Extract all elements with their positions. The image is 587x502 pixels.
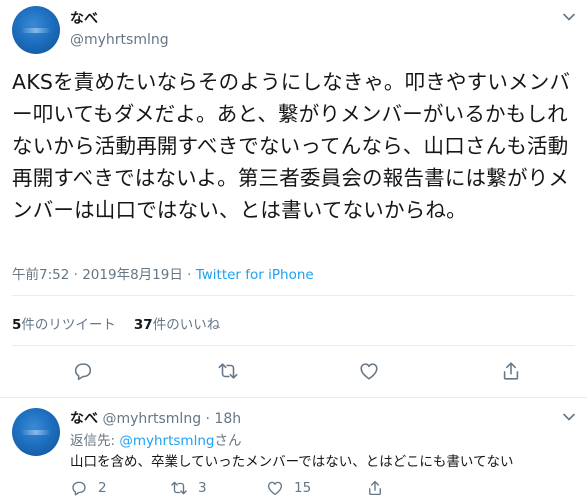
heart-icon <box>267 481 283 496</box>
retweet-icon <box>218 363 238 379</box>
reply-count: 2 <box>98 480 107 496</box>
likes-stat[interactable]: 37件のいいね <box>134 317 220 333</box>
reply-avatar[interactable] <box>12 408 60 456</box>
tweet-text: AKSを責めたいならそのようにしなきゃ。叩きやすいメンバー叩いてもダメだよ。あと… <box>12 70 571 222</box>
meta-separator-2: · <box>187 267 192 283</box>
reply-retweet-button[interactable]: 3 <box>170 478 207 498</box>
reply-to-suffix: さん <box>214 433 242 449</box>
reply-header: なべ @myhrtsmlng · 18h <box>70 408 241 428</box>
reply-author-handle[interactable]: @myhrtsmlng <box>102 411 201 427</box>
reply-to-prefix: 返信先: <box>70 433 120 449</box>
reply-share-button[interactable] <box>366 478 384 498</box>
divider <box>12 345 575 346</box>
tweet-source-link[interactable]: Twitter for iPhone <box>196 267 314 283</box>
reply-author-name[interactable]: なべ <box>70 411 98 427</box>
reply-button[interactable] <box>69 357 97 385</box>
likes-label: 件のいいね <box>152 317 221 333</box>
tweet-actions <box>0 357 587 387</box>
main-tweet: なべ @myhrtsmlng AKSを責めたいならそのようにしなきゃ。叩きやすい… <box>0 0 587 396</box>
tweet-time[interactable]: 午前7:52 <box>12 267 69 283</box>
retweets-stat[interactable]: 5件のリツイート <box>12 317 116 333</box>
reply-text: 山口を含め、卒業していったメンバーではない、とはどこにも書いてない <box>70 454 514 470</box>
reply-reply-button[interactable]: 2 <box>70 478 107 498</box>
retweet-count: 3 <box>198 480 207 496</box>
author-handle[interactable]: @myhrtsmlng <box>70 32 169 48</box>
reply-to-handle[interactable]: @myhrtsmlng <box>119 433 214 449</box>
retweet-icon <box>171 481 187 495</box>
retweets-count: 5 <box>12 317 22 333</box>
reply-actions: 2 3 15 <box>70 478 580 498</box>
replying-to: 返信先: @myhrtsmlngさん <box>70 429 241 449</box>
retweets-label: 件のリツイート <box>21 317 116 333</box>
author-name[interactable]: なべ <box>70 8 98 28</box>
reply-tweet[interactable]: なべ @myhrtsmlng · 18h 返信先: @myhrtsmlngさん … <box>0 397 587 502</box>
comment-icon <box>72 481 86 496</box>
divider <box>12 295 575 296</box>
like-button[interactable] <box>355 357 383 385</box>
likes-count: 37 <box>133 317 153 333</box>
tweet-meta: 午前7:52 · 2019年8月19日 · Twitter for iPhone <box>12 263 314 283</box>
tweet-stats: 5件のリツイート 37件のいいね <box>12 313 220 333</box>
meta-separator: · <box>73 267 78 283</box>
retweet-button[interactable] <box>214 357 242 385</box>
share-icon <box>503 362 519 380</box>
heart-icon <box>360 363 378 380</box>
like-count: 15 <box>294 480 312 496</box>
reply-like-button[interactable]: 15 <box>266 478 311 498</box>
share-button[interactable] <box>497 357 525 385</box>
chevron-down-icon[interactable] <box>562 410 576 424</box>
avatar[interactable] <box>12 6 60 54</box>
chevron-down-icon[interactable] <box>562 10 576 24</box>
reply-time[interactable]: · 18h <box>206 411 242 427</box>
tweet-date[interactable]: 2019年8月19日 <box>82 267 183 283</box>
comment-icon <box>74 363 92 381</box>
share-icon <box>369 480 381 496</box>
